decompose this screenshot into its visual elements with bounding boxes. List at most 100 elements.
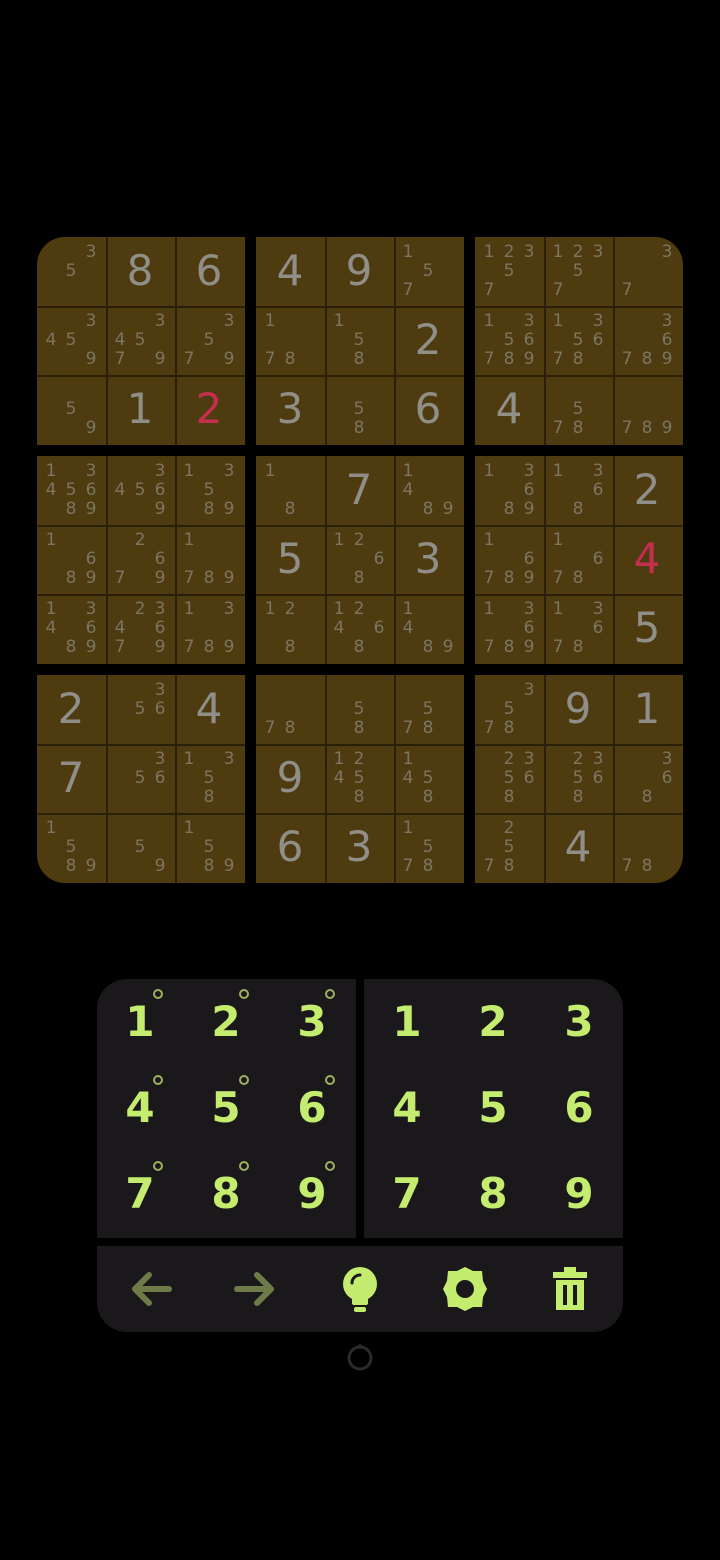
sudoku-cell[interactable]: 1 6 789 [475, 525, 543, 593]
sudoku-cell[interactable]: 3 459 [37, 306, 105, 374]
sudoku-cell[interactable]: 9 [325, 237, 393, 305]
sudoku-cell[interactable]: 59 [106, 813, 174, 881]
sudoku-cell[interactable]: 12 8 [256, 594, 324, 662]
sudoku-cell[interactable]: 35 [37, 237, 105, 305]
delete-button[interactable] [540, 1259, 600, 1319]
note-key-4[interactable]: 4 [97, 1065, 183, 1151]
sudoku-cell[interactable]: 1678 [544, 525, 612, 593]
sudoku-cell[interactable]: 1 36 789 [475, 594, 543, 662]
sudoku-cell[interactable]: 59 [37, 375, 105, 443]
sudoku-cell[interactable]: 9 [256, 744, 324, 812]
sudoku-cell[interactable]: 1489 [394, 456, 462, 524]
number-key-7[interactable]: 7 [364, 1151, 450, 1237]
sudoku-cell[interactable]: 4 [544, 813, 612, 881]
sudoku-cell[interactable]: 1458 [394, 744, 462, 812]
note-key-6[interactable]: 6 [269, 1065, 355, 1151]
sudoku-cell[interactable]: 4 [613, 525, 681, 593]
sudoku-cell[interactable]: 12357 [475, 237, 543, 305]
sudoku-cell[interactable]: 2 [175, 375, 243, 443]
number-key-1[interactable]: 1 [364, 979, 450, 1065]
sudoku-cell[interactable]: 1 358 [175, 744, 243, 812]
sudoku-cell[interactable]: 5 [256, 525, 324, 593]
sudoku-cell[interactable]: 2 [394, 306, 462, 374]
sudoku-cell[interactable]: 4 [256, 237, 324, 305]
sudoku-cell[interactable]: 789 [613, 375, 681, 443]
sudoku-cell[interactable]: 26 7 9 [106, 525, 174, 593]
sudoku-cell[interactable]: 124 68 [325, 594, 393, 662]
number-key-3[interactable]: 3 [536, 979, 622, 1065]
note-key-1[interactable]: 1 [97, 979, 183, 1065]
sudoku-cell[interactable]: 37 [613, 237, 681, 305]
sudoku-cell[interactable]: 1 3 45689 [37, 456, 105, 524]
sudoku-cell[interactable]: 18 [256, 456, 324, 524]
sudoku-cell[interactable]: 4 [475, 375, 543, 443]
sudoku-cell[interactable]: 1 78 [256, 306, 324, 374]
sudoku-cell[interactable]: 356 [106, 675, 174, 743]
sudoku-cell[interactable]: 2 [37, 675, 105, 743]
sudoku-cell[interactable]: 23 4 6 7 9 [106, 594, 174, 662]
sudoku-cell[interactable]: 58 [325, 675, 393, 743]
settings-button[interactable] [435, 1259, 495, 1319]
sudoku-cell[interactable]: 1689 [37, 525, 105, 593]
note-key-8[interactable]: 8 [183, 1151, 269, 1237]
number-key-2[interactable]: 2 [450, 979, 536, 1065]
sudoku-cell[interactable]: 12458 [325, 744, 393, 812]
sudoku-cell[interactable]: 58 [325, 375, 393, 443]
sudoku-cell[interactable]: 3 457 9 [106, 306, 174, 374]
number-key-6[interactable]: 6 [536, 1065, 622, 1151]
sudoku-cell[interactable]: 1268 [325, 525, 393, 593]
sudoku-cell[interactable]: 356 [106, 744, 174, 812]
sudoku-cell[interactable]: 1 [613, 675, 681, 743]
sudoku-cell[interactable]: 1 356 789 [475, 306, 543, 374]
sudoku-cell[interactable]: 3578 [475, 675, 543, 743]
sudoku-cell[interactable]: 1 3589 [175, 456, 243, 524]
sudoku-cell[interactable]: 3 [325, 813, 393, 881]
sudoku-cell[interactable]: 1789 [175, 525, 243, 593]
sudoku-cell[interactable]: 5 [613, 594, 681, 662]
sudoku-cell[interactable]: 2 [613, 456, 681, 524]
note-key-7[interactable]: 7 [97, 1151, 183, 1237]
sudoku-cell[interactable]: 3 [256, 375, 324, 443]
sudoku-cell[interactable]: 7 [37, 744, 105, 812]
sudoku-cell[interactable]: 78 [613, 813, 681, 881]
sudoku-cell[interactable]: 158 [325, 306, 393, 374]
sudoku-cell[interactable]: 23568 [475, 744, 543, 812]
number-key-8[interactable]: 8 [450, 1151, 536, 1237]
sudoku-cell[interactable]: 9 [544, 675, 612, 743]
sudoku-cell[interactable]: 578 [394, 675, 462, 743]
sudoku-cell[interactable]: 1489 [394, 594, 462, 662]
sudoku-cell[interactable]: 1 3689 [475, 456, 543, 524]
hint-button[interactable] [330, 1259, 390, 1319]
number-key-9[interactable]: 9 [536, 1151, 622, 1237]
sudoku-cell[interactable]: 78 [256, 675, 324, 743]
sudoku-cell[interactable]: 36 789 [613, 306, 681, 374]
sudoku-cell[interactable]: 1589 [175, 813, 243, 881]
sudoku-cell[interactable]: 3 [394, 525, 462, 593]
undo-button[interactable] [121, 1259, 181, 1319]
sudoku-cell[interactable]: 8 [106, 237, 174, 305]
sudoku-cell[interactable]: 6 [175, 237, 243, 305]
sudoku-cell[interactable]: 12357 [544, 237, 612, 305]
sudoku-cell[interactable]: 23568 [544, 744, 612, 812]
sudoku-cell[interactable]: 578 [544, 375, 612, 443]
sudoku-cell[interactable]: 1 356 78 [544, 306, 612, 374]
note-key-2[interactable]: 2 [183, 979, 269, 1065]
sudoku-cell[interactable]: 2578 [475, 813, 543, 881]
sudoku-cell[interactable]: 1 36 78 [544, 594, 612, 662]
sudoku-cell[interactable]: 6 [256, 813, 324, 881]
number-key-4[interactable]: 4 [364, 1065, 450, 1151]
sudoku-cell[interactable]: 157 [394, 237, 462, 305]
redo-button[interactable] [225, 1259, 285, 1319]
note-key-5[interactable]: 5 [183, 1065, 269, 1151]
sudoku-cell[interactable]: 368 [613, 744, 681, 812]
sudoku-cell[interactable]: 1 [106, 375, 174, 443]
sudoku-cell[interactable]: 357 9 [175, 306, 243, 374]
sudoku-cell[interactable]: 1589 [37, 813, 105, 881]
sudoku-cell[interactable]: 1578 [394, 813, 462, 881]
sudoku-cell[interactable]: 4 [175, 675, 243, 743]
sudoku-cell[interactable]: 1 368 [544, 456, 612, 524]
sudoku-cell[interactable]: 6 [394, 375, 462, 443]
sudoku-cell[interactable]: 3 4569 [106, 456, 174, 524]
number-key-5[interactable]: 5 [450, 1065, 536, 1151]
note-key-9[interactable]: 9 [269, 1151, 355, 1237]
